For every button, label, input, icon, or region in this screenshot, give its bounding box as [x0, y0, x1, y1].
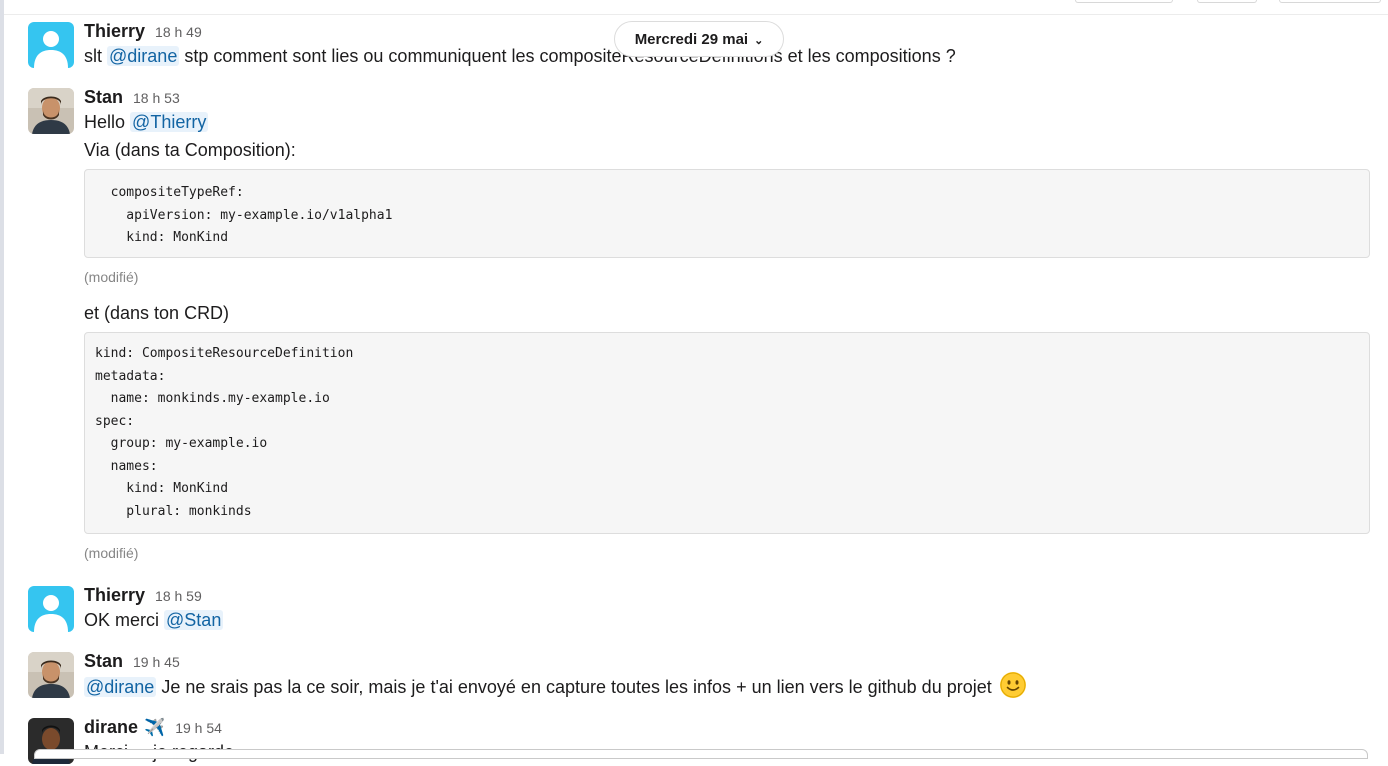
date-divider-button[interactable]: Mercredi 29 mai ⌄ — [614, 21, 784, 57]
user-mention[interactable]: @Stan — [164, 610, 224, 630]
message-author[interactable]: Stan — [84, 651, 123, 672]
code-block: kind: CompositeResourceDefinition metada… — [84, 332, 1370, 534]
message-text: Via (dans ta Composition): — [84, 140, 296, 160]
code-block: compositeTypeRef: apiVersion: my-example… — [84, 169, 1370, 258]
message-text: Hello @Thierry — [84, 112, 209, 132]
user-photo-avatar-icon — [28, 88, 74, 134]
user-mention[interactable]: @dirane — [84, 677, 157, 697]
slightly-smiling-face-icon — [999, 672, 1026, 698]
avatar[interactable] — [28, 88, 74, 134]
status-emoji-airplane-icon[interactable]: ✈️ — [144, 718, 165, 738]
avatar[interactable] — [28, 22, 74, 68]
message-text: et (dans ton CRD) — [84, 303, 230, 323]
user-mention[interactable]: @dirane — [107, 46, 180, 66]
toolbar-button-stub[interactable] — [1075, 0, 1173, 3]
message-timestamp[interactable]: 18 h 53 — [133, 90, 180, 106]
default-avatar-icon — [28, 586, 74, 632]
message-author[interactable]: Thierry — [84, 585, 145, 606]
default-avatar-icon — [28, 22, 74, 68]
message-author[interactable]: Stan — [84, 87, 123, 108]
edited-label: (modifié) — [84, 545, 139, 561]
user-mention[interactable]: @Thierry — [130, 112, 209, 132]
message-timestamp[interactable]: 18 h 49 — [155, 24, 202, 40]
left-rail — [0, 0, 4, 754]
message-author[interactable]: Thierry — [84, 21, 145, 42]
toolbar-button-stub[interactable] — [1197, 0, 1257, 3]
message-timestamp[interactable]: 18 h 59 — [155, 588, 202, 604]
message-text: OK merci @Stan — [84, 610, 224, 630]
user-photo-avatar-icon — [28, 652, 74, 698]
message-timestamp[interactable]: 19 h 54 — [175, 720, 222, 736]
date-divider-label: Mercredi 29 mai — [634, 30, 749, 48]
message-text: @dirane Je ne srais pas la ce soir, mais… — [84, 672, 1370, 701]
message-composer[interactable] — [34, 749, 1368, 759]
top-divider — [4, 14, 1388, 15]
edited-label: (modifié) — [84, 269, 139, 285]
message-timestamp[interactable]: 19 h 45 — [133, 654, 180, 670]
message-author[interactable]: dirane — [84, 717, 138, 738]
chevron-down-icon: ⌄ — [754, 34, 764, 47]
avatar[interactable] — [28, 586, 74, 632]
toolbar-button-stub[interactable] — [1279, 0, 1381, 3]
avatar[interactable] — [28, 652, 74, 698]
